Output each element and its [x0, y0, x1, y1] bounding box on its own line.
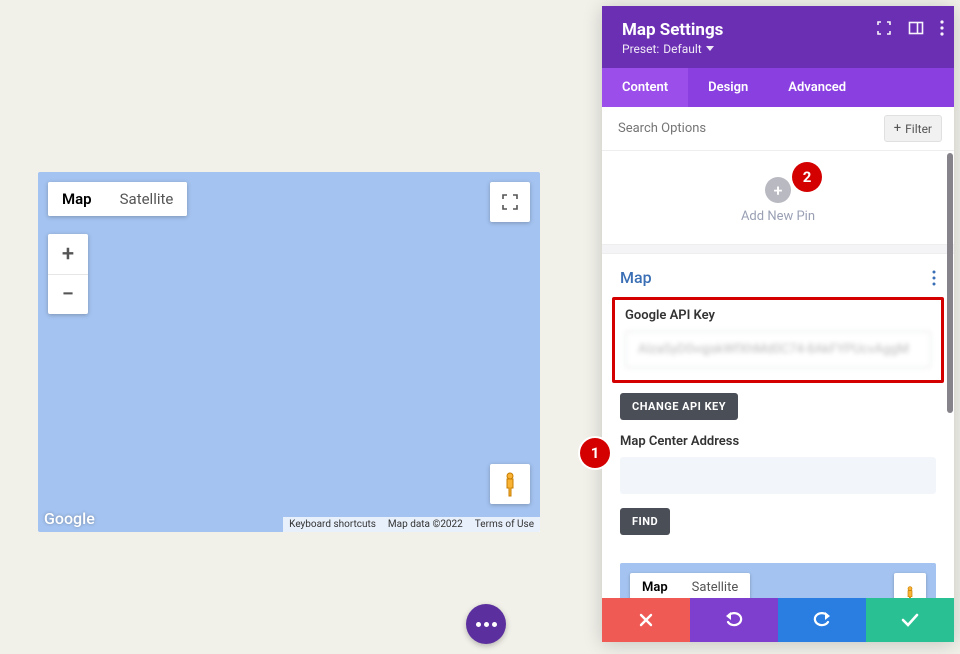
api-key-input[interactable]: AIzaSyD0vqjskWfXhMd0C74-8AkFYPUcvAggM: [625, 331, 931, 368]
annotation-badge-2: 2: [792, 162, 822, 192]
undo-icon: [725, 612, 743, 628]
map-type-toggle: Map Satellite: [48, 182, 187, 216]
add-pin-label: Add New Pin: [602, 209, 954, 224]
zoom-in-button[interactable]: +: [48, 234, 88, 274]
add-pin-section: + Add New Pin: [602, 151, 954, 244]
google-logo: Google: [44, 509, 95, 528]
kebab-icon: [940, 20, 944, 36]
pegman-icon: [501, 471, 519, 497]
panel-scroll-area[interactable]: + Add New Pin Map Google API Key AIzaSyD…: [602, 151, 954, 642]
map-section-header: Map: [602, 254, 954, 297]
center-address-label: Map Center Address: [620, 434, 936, 449]
map-credit-data: Map data ©2022: [382, 517, 469, 532]
preset-value: Default: [663, 42, 701, 56]
plus-icon: +: [894, 121, 901, 136]
filter-label: Filter: [905, 122, 932, 136]
redo-button[interactable]: [778, 598, 866, 642]
zoom-controls: + −: [48, 234, 88, 314]
section-divider: [602, 244, 954, 254]
center-address-input[interactable]: [620, 457, 936, 494]
tab-design[interactable]: Design: [688, 68, 768, 107]
annotation-badge-1: 1: [580, 438, 610, 468]
filter-button[interactable]: + Filter: [884, 115, 942, 142]
map-section-title: Map: [620, 268, 652, 287]
more-actions-button[interactable]: [466, 604, 506, 644]
panel-header-actions: [876, 20, 944, 36]
check-icon: [901, 613, 919, 627]
add-pin-button[interactable]: +: [765, 177, 791, 203]
zoom-out-button[interactable]: −: [48, 274, 88, 314]
dock-icon: [908, 20, 924, 36]
map-credit-shortcuts[interactable]: Keyboard shortcuts: [283, 517, 382, 532]
map-credit-terms[interactable]: Terms of Use: [469, 517, 540, 532]
search-row: + Filter: [602, 107, 954, 151]
dock-button[interactable]: [908, 20, 924, 36]
fullscreen-button[interactable]: [490, 182, 530, 222]
tabs: Content Design Advanced: [602, 68, 954, 107]
map-type-satellite-button[interactable]: Satellite: [106, 182, 188, 216]
close-icon: [639, 613, 653, 627]
kebab-icon: [932, 270, 936, 286]
map-preview: Map Satellite + − Google Keyboard shortc…: [38, 172, 540, 532]
tab-content[interactable]: Content: [602, 68, 688, 107]
cancel-button[interactable]: [602, 598, 690, 642]
preset-label: Preset:: [622, 42, 659, 56]
pegman-button[interactable]: [490, 464, 530, 504]
section-menu-button[interactable]: [932, 270, 936, 286]
settings-panel: Map Settings Preset: Default Content Des…: [602, 6, 954, 642]
chevron-down-icon: [706, 46, 714, 52]
more-dots-icon: [476, 622, 497, 627]
panel-preset[interactable]: Preset: Default: [622, 42, 938, 56]
panel-footer: [602, 598, 954, 642]
expand-icon: [876, 20, 892, 36]
fullscreen-icon: [502, 194, 518, 210]
api-key-label: Google API Key: [625, 308, 931, 323]
api-key-highlight: Google API Key AIzaSyD0vqjskWfXhMd0C74-8…: [612, 297, 944, 383]
change-api-key-button[interactable]: CHANGE API KEY: [620, 393, 738, 420]
tab-advanced[interactable]: Advanced: [768, 68, 866, 107]
find-button[interactable]: FIND: [620, 508, 670, 535]
expand-button[interactable]: [876, 20, 892, 36]
redo-icon: [813, 612, 831, 628]
panel-header: Map Settings Preset: Default: [602, 6, 954, 68]
save-button[interactable]: [866, 598, 954, 642]
map-credits: Keyboard shortcuts Map data ©2022 Terms …: [283, 517, 540, 532]
undo-button[interactable]: [690, 598, 778, 642]
search-input[interactable]: [614, 115, 884, 142]
map-type-map-button[interactable]: Map: [48, 182, 106, 216]
kebab-button[interactable]: [940, 20, 944, 36]
